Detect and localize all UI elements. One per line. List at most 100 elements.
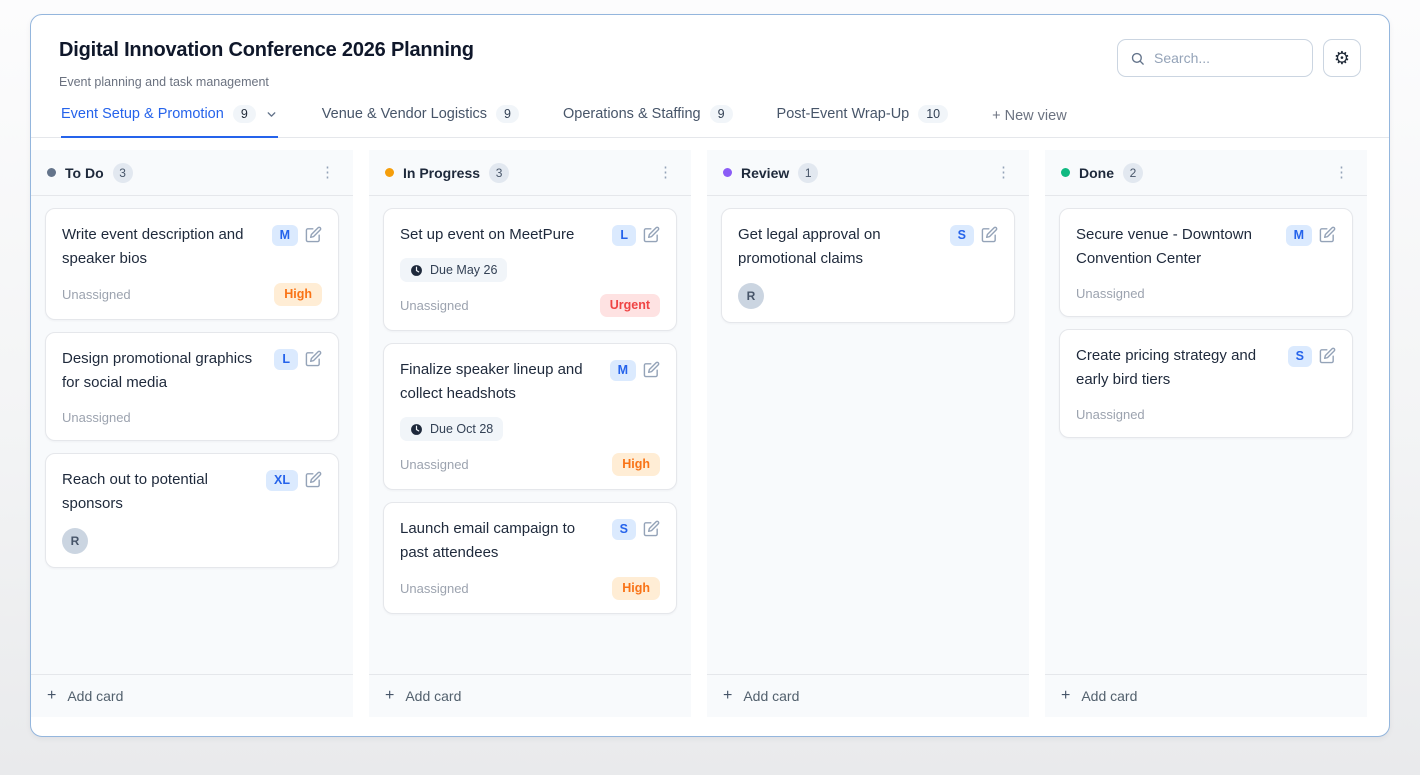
card-title: Create pricing strategy and early bird t… xyxy=(1076,344,1278,392)
board-header-text: Digital Innovation Conference 2026 Plann… xyxy=(59,39,474,89)
column-to-do: To Do3⋮ Write event description and speak… xyxy=(31,150,353,717)
card-bottom-row: R xyxy=(738,283,998,309)
size-badge: L xyxy=(612,225,636,246)
edit-card-button[interactable] xyxy=(305,470,322,488)
edit-icon xyxy=(643,361,660,378)
due-date-pill: Due Oct 28 xyxy=(400,417,503,441)
column-menu-button[interactable]: ⋮ xyxy=(990,161,1017,184)
tab-venue-vendor-logistics[interactable]: Venue & Vendor Logistics 9 xyxy=(322,105,519,138)
column-menu-button[interactable]: ⋮ xyxy=(314,161,341,184)
task-card[interactable]: Design promotional graphics for social m… xyxy=(45,332,339,441)
tab-event-setup-promotion[interactable]: Event Setup & Promotion9 xyxy=(61,105,278,138)
task-card[interactable]: Write event description and speaker bios… xyxy=(45,208,339,320)
edit-icon xyxy=(981,226,998,243)
plus-icon: + xyxy=(385,688,394,704)
edit-icon xyxy=(1319,347,1336,364)
card-controls: S xyxy=(1288,344,1336,392)
column-card-list: Set up event on MeetPure L Due May 26 Unass… xyxy=(369,196,691,674)
card-top-row: Write event description and speaker bios… xyxy=(62,223,322,271)
card-controls: L xyxy=(274,347,322,395)
card-controls: M xyxy=(272,223,322,271)
column-card-list: Get legal approval on promotional claims… xyxy=(707,196,1029,674)
size-badge: M xyxy=(272,225,298,246)
column-header: To Do3⋮ xyxy=(31,150,353,196)
card-controls: S xyxy=(950,223,998,271)
edit-card-button[interactable] xyxy=(305,225,322,243)
status-dot xyxy=(47,168,56,177)
edit-card-button[interactable] xyxy=(981,225,998,243)
card-controls: S xyxy=(612,517,660,565)
column-count-badge: 2 xyxy=(1123,163,1143,183)
column-menu-button[interactable]: ⋮ xyxy=(652,161,679,184)
task-card[interactable]: Create pricing strategy and early bird t… xyxy=(1059,329,1353,438)
add-card-button[interactable]: +Add card xyxy=(707,674,1029,717)
kanban-board: To Do3⋮ Write event description and speak… xyxy=(31,138,1389,736)
card-bottom-row: Unassigned xyxy=(1076,404,1336,424)
due-date-pill: Due May 26 xyxy=(400,258,507,282)
priority-badge: High xyxy=(612,577,660,600)
edit-icon xyxy=(305,471,322,488)
edit-card-button[interactable] xyxy=(643,519,660,537)
column-done: Done 2 ⋮ Secure venue - Downtown Convention… xyxy=(1045,150,1367,717)
card-top-row: Design promotional graphics for social m… xyxy=(62,347,322,395)
column-menu-button[interactable]: ⋮ xyxy=(1328,161,1355,184)
edit-card-button[interactable] xyxy=(305,349,322,367)
card-title: Design promotional graphics for social m… xyxy=(62,347,264,395)
page-subtitle: Event planning and task management xyxy=(59,75,474,89)
task-card[interactable]: Set up event on MeetPureLDue May 26Unass… xyxy=(383,208,677,331)
assignee-label: Unassigned xyxy=(1076,407,1145,422)
card-title: Reach out to potential sponsors xyxy=(62,468,256,516)
task-card[interactable]: Launch email campaign to past attendeesS… xyxy=(383,502,677,614)
tab-label: Venue & Vendor Logistics xyxy=(322,106,487,122)
card-bottom-row: Unassigned High xyxy=(400,453,660,476)
card-top-row: Set up event on MeetPure L xyxy=(400,223,660,247)
edit-icon xyxy=(305,226,322,243)
search-box[interactable] xyxy=(1117,39,1313,77)
tab-operations-staffing[interactable]: Operations & Staffing9 xyxy=(563,105,733,138)
add-card-label: Add card xyxy=(67,688,123,704)
card-title: Write event description and speaker bios xyxy=(62,223,262,271)
page-title: Digital Innovation Conference 2026 Plann… xyxy=(59,39,474,62)
size-badge: S xyxy=(1288,346,1312,367)
edit-card-button[interactable] xyxy=(1319,346,1336,364)
tab-post-event-wrap-up[interactable]: Post-Event Wrap-Up10 xyxy=(777,105,949,138)
card-title: Secure venue - Downtown Convention Cente… xyxy=(1076,223,1276,271)
priority-badge: High xyxy=(612,453,660,476)
task-card[interactable]: Secure venue - Downtown Convention Cente… xyxy=(1059,208,1353,317)
avatar: R xyxy=(738,283,764,309)
tab-count-badge: 9 xyxy=(496,105,519,123)
add-card-button[interactable]: + Add card xyxy=(31,674,353,717)
column-title: Done xyxy=(1079,165,1114,181)
card-title: Set up event on MeetPure xyxy=(400,223,574,247)
edit-card-button[interactable] xyxy=(1319,225,1336,243)
card-controls: M xyxy=(1286,223,1336,271)
status-dot xyxy=(723,168,732,177)
edit-card-button[interactable] xyxy=(643,360,660,378)
card-controls: M xyxy=(610,358,660,406)
task-card[interactable]: Finalize speaker lineup and collect head… xyxy=(383,343,677,490)
edit-icon xyxy=(1319,226,1336,243)
assignee-label: Unassigned xyxy=(400,457,469,472)
header-actions: ⚙︎ xyxy=(1117,39,1361,77)
card-top-row: Finalize speaker lineup and collect head… xyxy=(400,358,660,406)
plus-icon: + xyxy=(47,688,56,704)
tab-count-badge: 9 xyxy=(710,105,733,123)
card-bottom-row: Unassigned xyxy=(1076,283,1336,303)
add-card-button[interactable]: +Add card xyxy=(369,674,691,717)
card-top-row: Reach out to potential sponsorsXL xyxy=(62,468,322,516)
column-header: Done 2 ⋮ xyxy=(1045,150,1367,196)
status-dot xyxy=(1061,168,1070,177)
edit-icon xyxy=(643,520,660,537)
priority-badge: High xyxy=(274,283,322,306)
task-card[interactable]: Get legal approval on promotional claims… xyxy=(721,208,1015,323)
add-card-button[interactable]: +Add card xyxy=(1045,674,1367,717)
column-card-list: Secure venue - Downtown Convention Cente… xyxy=(1045,196,1367,674)
board-header: Digital Innovation Conference 2026 Plann… xyxy=(31,15,1389,89)
assignee-label: Unassigned xyxy=(400,581,469,596)
settings-button[interactable]: ⚙︎ xyxy=(1323,39,1361,77)
edit-card-button[interactable] xyxy=(643,225,660,243)
column-header: In Progress3⋮ xyxy=(369,150,691,196)
search-input[interactable] xyxy=(1154,50,1300,66)
new-view-button[interactable]: + New view xyxy=(992,108,1067,137)
task-card[interactable]: Reach out to potential sponsorsXLR xyxy=(45,453,339,568)
